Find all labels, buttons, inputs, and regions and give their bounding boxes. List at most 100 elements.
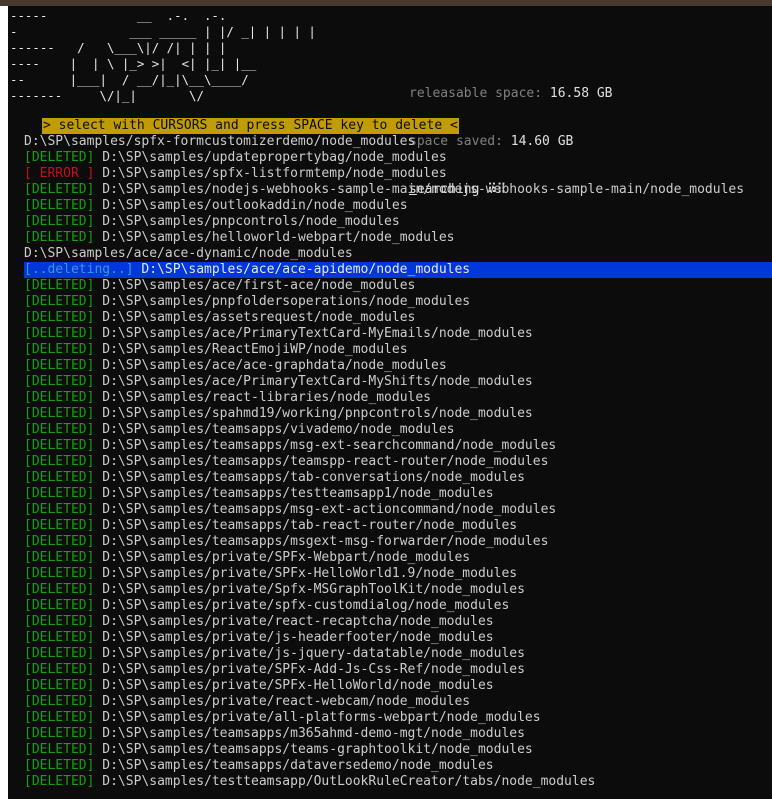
- folder-row[interactable]: [DELETED] D:\SP\samples/pnpfoldersoperat…: [24, 294, 772, 310]
- row-path: D:\SP\samples/ace/ace-dynamic/node_modul…: [24, 246, 353, 261]
- row-path: D:\SP\samples/teamsapps/teamspp-react-ro…: [102, 454, 549, 469]
- row-status: [DELETED]: [24, 150, 103, 165]
- folder-results-list[interactable]: D:\SP\samples/spfx-formcustomizerdemo/no…: [24, 134, 772, 790]
- row-path: D:\SP\samples/assetsrequest/node_modules: [102, 310, 416, 325]
- row-status: [DELETED]: [24, 438, 103, 453]
- folder-row[interactable]: [DELETED] D:\SP\samples/pnpcontrols/node…: [24, 214, 772, 230]
- folder-row[interactable]: [DELETED] D:\SP\samples/teamsapps/teamsp…: [24, 454, 772, 470]
- row-path: D:\SP\samples/private/SPFx-HelloWorld/no…: [102, 678, 494, 693]
- row-path: D:\SP\samples/teamsapps/vivademo/node_mo…: [102, 422, 455, 437]
- folder-row[interactable]: [DELETED] D:\SP\samples/ace/PrimaryTextC…: [24, 374, 772, 390]
- row-path: D:\SP\samples/teamsapps/tab-conversation…: [102, 470, 525, 485]
- npkill-ascii-logo: ----- __ .-. .-. - ___ _____ | |/ _| | |…: [10, 8, 316, 103]
- folder-row[interactable]: [DELETED] D:\SP\samples/teamsapps/vivade…: [24, 422, 772, 438]
- releasable-space-row: releasable space: 16.58 GB: [409, 86, 613, 102]
- folder-row[interactable]: D:\SP\samples/ace/ace-dynamic/node_modul…: [24, 246, 772, 262]
- folder-row[interactable]: [DELETED] D:\SP\samples/outlookaddin/nod…: [24, 198, 772, 214]
- row-path: D:\SP\samples/private/SPFx-HelloWorld1.9…: [102, 566, 518, 581]
- row-path: D:\SP\samples/private/react-recaptcha/no…: [102, 614, 494, 629]
- row-path: D:\SP\samples/private/SPFx-Add-Js-Css-Re…: [102, 662, 525, 677]
- folder-row[interactable]: [DELETED] D:\SP\samples/teamsapps/msgext…: [24, 534, 772, 550]
- window-left-edge: [0, 6, 8, 799]
- folder-row[interactable]: [DELETED] D:\SP\samples/private/react-we…: [24, 694, 772, 710]
- folder-row[interactable]: [DELETED] D:\SP\samples/private/SPFx-Web…: [24, 550, 772, 566]
- row-status: [DELETED]: [24, 470, 103, 485]
- row-status: [DELETED]: [24, 278, 103, 293]
- folder-row[interactable]: [DELETED] D:\SP\samples/private/spfx-cus…: [24, 598, 772, 614]
- folder-row[interactable]: [DELETED] D:\SP\samples/assetsrequest/no…: [24, 310, 772, 326]
- folder-row[interactable]: [DELETED] D:\SP\samples/teamsapps/msg-ex…: [24, 438, 772, 454]
- row-status: [DELETED]: [24, 214, 103, 229]
- folder-row[interactable]: [DELETED] D:\SP\samples/teamsapps/datave…: [24, 758, 772, 774]
- row-path: D:\SP\samples/testteamsapp/OutLookRuleCr…: [102, 774, 596, 789]
- folder-row[interactable]: [DELETED] D:\SP\samples/private/js-heade…: [24, 630, 772, 646]
- folder-row[interactable]: [DELETED] D:\SP\samples/private/SPFx-Add…: [24, 662, 772, 678]
- folder-row[interactable]: [DELETED] D:\SP\samples/private/js-jquer…: [24, 646, 772, 662]
- folder-row[interactable]: [DELETED] D:\SP\samples/private/Spfx-MSG…: [24, 582, 772, 598]
- folder-row[interactable]: [DELETED] D:\SP\samples/teamsapps/msg-ex…: [24, 502, 772, 518]
- row-status: [DELETED]: [24, 742, 103, 757]
- row-path: D:\SP\samples/spfx-formcustomizerdemo/no…: [24, 134, 416, 149]
- row-path: D:\SP\samples/ace/PrimaryTextCard-MyEmai…: [102, 326, 533, 341]
- folder-row[interactable]: [DELETED] D:\SP\samples/react-libraries/…: [24, 390, 772, 406]
- row-path: D:\SP\samples/react-libraries/node_modul…: [102, 390, 432, 405]
- row-status: [DELETED]: [24, 390, 103, 405]
- row-path: D:\SP\samples/private/react-webcam/node_…: [102, 694, 471, 709]
- releasable-space-label: releasable space:: [409, 86, 550, 101]
- row-status: [ ERROR ]: [24, 166, 103, 181]
- row-path: D:\SP\samples/private/SPFx-Webpart/node_…: [102, 550, 471, 565]
- row-status: [DELETED]: [24, 422, 103, 437]
- row-path: D:\SP\samples/ace/PrimaryTextCard-MyShif…: [102, 374, 533, 389]
- row-path: D:\SP\samples/spahmd19/working/pnpcontro…: [102, 406, 533, 421]
- folder-row[interactable]: [DELETED] D:\SP\samples/updatepropertyba…: [24, 150, 772, 166]
- row-path: D:\SP\samples/outlookaddin/node_modules: [102, 198, 408, 213]
- folder-row[interactable]: [DELETED] D:\SP\samples/helloworld-webpa…: [24, 230, 772, 246]
- folder-row[interactable]: [DELETED] D:\SP\samples/teamsapps/teams-…: [24, 742, 772, 758]
- folder-row[interactable]: [DELETED] D:\SP\samples/ace/first-ace/no…: [24, 278, 772, 294]
- folder-row[interactable]: [DELETED] D:\SP\samples/private/react-re…: [24, 614, 772, 630]
- folder-row[interactable]: [DELETED] D:\SP\samples/teamsapps/m365ah…: [24, 726, 772, 742]
- row-status: [DELETED]: [24, 230, 103, 245]
- row-status: [DELETED]: [24, 614, 103, 629]
- folder-row[interactable]: [DELETED] D:\SP\samples/teamsapps/testte…: [24, 486, 772, 502]
- row-status: [DELETED]: [24, 374, 103, 389]
- row-status: [DELETED]: [24, 710, 103, 725]
- folder-row[interactable]: [DELETED] D:\SP\samples/private/SPFx-Hel…: [24, 678, 772, 694]
- row-path: D:\SP\samples/ace/first-ace/node_modules: [102, 278, 416, 293]
- row-status: [DELETED]: [24, 598, 103, 613]
- terminal-window: ----- __ .-. .-. - ___ _____ | |/ _| | |…: [0, 0, 772, 799]
- folder-row[interactable]: [DELETED] D:\SP\samples/teamsapps/tab-co…: [24, 470, 772, 486]
- row-status: [DELETED]: [24, 726, 103, 741]
- row-path: D:\SP\samples/teamsapps/msg-ext-searchco…: [102, 438, 557, 453]
- folder-row[interactable]: [DELETED] D:\SP\samples/ace/ace-graphdat…: [24, 358, 772, 374]
- folder-row[interactable]: [DELETED] D:\SP\samples/ace/PrimaryTextC…: [24, 326, 772, 342]
- row-path: D:\SP\samples/teamsapps/msgext-msg-forwa…: [102, 534, 549, 549]
- row-path: D:\SP\samples/updatepropertybag/node_mod…: [102, 150, 447, 165]
- folder-row[interactable]: [DELETED] D:\SP\samples/testteamsapp/Out…: [24, 774, 772, 790]
- row-status: [DELETED]: [24, 182, 103, 197]
- terminal-screen[interactable]: ----- __ .-. .-. - ___ _____ | |/ _| | |…: [8, 6, 772, 799]
- row-status: [DELETED]: [24, 630, 103, 645]
- folder-row[interactable]: [DELETED] D:\SP\samples/nodejs-webhooks-…: [24, 182, 772, 198]
- row-status: [DELETED]: [24, 662, 103, 677]
- folder-row[interactable]: D:\SP\samples/spfx-formcustomizerdemo/no…: [24, 134, 772, 150]
- folder-row[interactable]: [DELETED] D:\SP\samples/ReactEmojiWP/nod…: [24, 342, 772, 358]
- folder-row[interactable]: [DELETED] D:\SP\samples/teamsapps/tab-re…: [24, 518, 772, 534]
- row-status: [DELETED]: [24, 566, 103, 581]
- row-status: [DELETED]: [24, 486, 103, 501]
- selected-folder-row[interactable]: [..deleting..] D:\SP\samples/ace/ace-api…: [24, 262, 772, 278]
- row-path: D:\SP\samples/teamsapps/tab-react-router…: [102, 518, 518, 533]
- row-path: D:\SP\samples/private/all-platforms-webp…: [102, 710, 541, 725]
- row-status: [DELETED]: [24, 518, 103, 533]
- row-path: D:\SP\samples/ReactEmojiWP/node_modules: [102, 342, 408, 357]
- folder-row[interactable]: [ ERROR ] D:\SP\samples/spfx-listformtem…: [24, 166, 772, 182]
- row-status: [DELETED]: [24, 758, 103, 773]
- folder-row[interactable]: [DELETED] D:\SP\samples/private/all-plat…: [24, 710, 772, 726]
- instruction-banner: > select with CURSORS and press SPACE ke…: [42, 118, 459, 134]
- folder-row[interactable]: [DELETED] D:\SP\samples/private/SPFx-Hel…: [24, 566, 772, 582]
- folder-row[interactable]: [DELETED] D:\SP\samples/spahmd19/working…: [24, 406, 772, 422]
- row-status: [DELETED]: [24, 582, 103, 597]
- row-status: [DELETED]: [24, 502, 103, 517]
- row-status: [DELETED]: [24, 342, 103, 357]
- row-path: D:\SP\samples/teamsapps/m365ahmd-demo-mg…: [102, 726, 525, 741]
